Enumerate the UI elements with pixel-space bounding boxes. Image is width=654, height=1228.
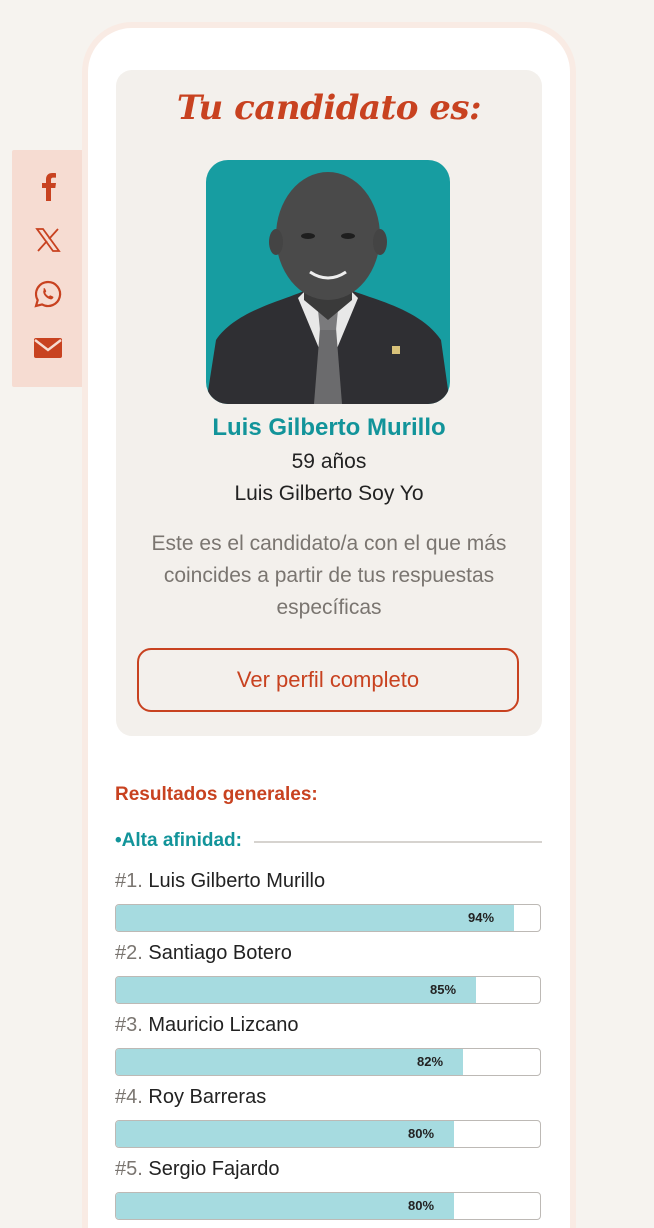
affinity-percentage: 80%: [408, 1126, 435, 1141]
affinity-bar-fill: [116, 1193, 454, 1219]
result-row: #2. Santiago Botero 85%: [115, 942, 541, 1004]
result-row: #1. Luis Gilberto Murillo 94%: [115, 870, 541, 932]
result-name: Roy Barreras: [148, 1086, 267, 1108]
affinity-bar: 94%: [115, 904, 541, 932]
affinity-header: •Alta afinidad:: [115, 830, 542, 852]
result-name: Mauricio Lizcano: [148, 1014, 299, 1036]
email-icon[interactable]: [30, 330, 66, 366]
affinity-bar: 82%: [115, 1048, 541, 1076]
result-row: #4. Roy Barreras 80%: [115, 1086, 541, 1148]
x-icon[interactable]: [30, 222, 66, 258]
affinity-bar: 85%: [115, 976, 541, 1004]
view-full-profile-button[interactable]: Ver perfil completo: [137, 648, 519, 712]
affinity-label: •Alta afinidad:: [115, 830, 242, 851]
whatsapp-icon[interactable]: [30, 276, 66, 312]
affinity-bar-fill: [116, 1049, 463, 1075]
top-candidate-panel: Tu candidato es: Luis Gilberto Murillo 5…: [116, 70, 542, 736]
result-name: Santiago Botero: [148, 942, 292, 964]
affinity-bar-fill: [116, 1121, 454, 1147]
result-row: #5. Sergio Fajardo 80%: [115, 1158, 541, 1220]
affinity-bar-fill: [116, 977, 476, 1003]
candidate-photo: [206, 160, 450, 404]
affinity-percentage: 85%: [430, 982, 457, 997]
result-row: #3. Mauricio Lizcano 82%: [115, 1014, 541, 1076]
result-rank: #4.: [115, 1086, 143, 1108]
result-name: Luis Gilberto Murillo: [148, 870, 326, 892]
candidate-party: Luis Gilberto Soy Yo: [234, 482, 424, 505]
results-card: Tu candidato es: Luis Gilberto Murillo 5…: [88, 28, 570, 1228]
affinity-percentage: 82%: [417, 1054, 444, 1069]
result-rank: #5.: [115, 1158, 143, 1180]
result-rank: #2.: [115, 942, 143, 964]
affinity-percentage: 94%: [468, 910, 495, 925]
divider: [254, 841, 542, 843]
result-label: #4. Roy Barreras: [115, 1086, 541, 1114]
results-title: Resultados generales:: [115, 784, 318, 805]
affinity-bar-fill: [116, 905, 514, 931]
result-label: #2. Santiago Botero: [115, 942, 541, 970]
candidate-age: 59 años: [291, 450, 367, 473]
result-name: Sergio Fajardo: [148, 1158, 280, 1180]
share-sidebar: [12, 150, 84, 387]
result-label: #1. Luis Gilberto Murillo: [115, 870, 541, 898]
affinity-bar: 80%: [115, 1120, 541, 1148]
affinity-bar: 80%: [115, 1192, 541, 1220]
candidate-description: Este es el candidato/a con el que más co…: [151, 532, 507, 619]
candidate-name: Luis Gilberto Murillo: [212, 414, 446, 441]
affinity-percentage: 80%: [408, 1198, 435, 1213]
facebook-icon[interactable]: [30, 168, 66, 204]
result-label: #5. Sergio Fajardo: [115, 1158, 541, 1186]
result-rank: #3.: [115, 1014, 143, 1036]
hero-title: Tu candidato es:: [176, 88, 482, 128]
result-rank: #1.: [115, 870, 143, 892]
result-label: #3. Mauricio Lizcano: [115, 1014, 541, 1042]
